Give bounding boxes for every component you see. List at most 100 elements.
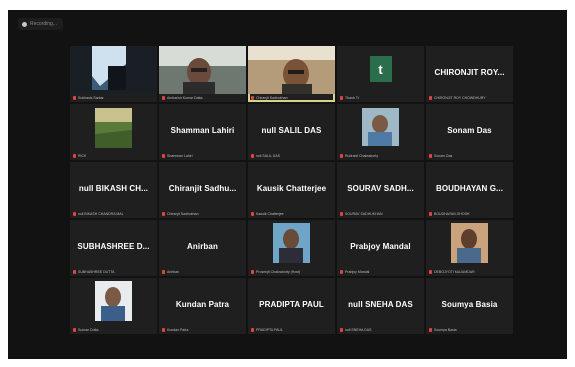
participant-tile[interactable]: Sonam Das Sonam Das xyxy=(426,104,513,160)
muted-mic-icon xyxy=(162,96,165,100)
muted-mic-icon xyxy=(340,328,343,332)
muted-mic-icon xyxy=(73,328,76,332)
participant-video xyxy=(248,46,335,96)
participant-display-name: Shamman Lahiri xyxy=(170,126,235,135)
participant-tile[interactable]: Ambarish Kumar Datta xyxy=(159,46,246,102)
participant-name-caption: null SALIL DAS xyxy=(251,154,332,158)
participant-tile[interactable]: RICK xyxy=(70,104,157,160)
muted-mic-icon xyxy=(162,212,165,216)
muted-mic-icon xyxy=(73,96,76,100)
caption-text: CHIRONJIT ROY CHOWDHURY xyxy=(434,96,486,100)
caption-text: DEBOJYOTI MAJUMDAR xyxy=(434,270,475,274)
participant-name-caption: Soumya Basia xyxy=(429,328,510,332)
caption-text: null BIKASH CHANDRA MAL xyxy=(78,212,124,216)
muted-mic-icon xyxy=(429,328,432,332)
muted-mic-icon xyxy=(251,328,254,332)
participant-display-name: Soumya Basia xyxy=(441,300,498,309)
muted-mic-icon xyxy=(162,154,165,158)
participant-display-name: Chiranjit Sadhu... xyxy=(168,184,237,193)
participant-gallery: Subhasis Sarkar Ambarish Kumar Datta Chira… xyxy=(70,46,513,334)
participant-name-caption: Kundan Patra xyxy=(162,328,243,332)
participant-video xyxy=(337,104,424,152)
muted-mic-icon xyxy=(340,212,343,216)
participant-video xyxy=(426,220,513,268)
participant-tile[interactable]: Soumya Basia Soumya Basia xyxy=(426,278,513,334)
participant-tile[interactable]: BOUDHAYAN G... BOUDHAYAN GHOSH xyxy=(426,162,513,218)
participant-name-caption: null SNEHA DAS xyxy=(340,328,421,332)
muted-mic-icon xyxy=(73,154,76,158)
muted-mic-icon xyxy=(73,212,76,216)
muted-mic-icon xyxy=(162,270,165,274)
caption-text: Chiranjit Sadhukhan xyxy=(167,212,199,216)
participant-tile[interactable]: CHIRONJIT ROY... CHIRONJIT ROY CHOWDHURY xyxy=(426,46,513,102)
participant-display-name: CHIRONJIT ROY... xyxy=(434,68,505,77)
participant-tile[interactable]: PRADIPTA PAUL PRADIPTA PAUL xyxy=(248,278,335,334)
muted-mic-icon xyxy=(162,328,165,332)
caption-text: Chiranjit Sadhukhan xyxy=(256,96,288,100)
participant-name-caption: Prabjoy Mandal xyxy=(340,270,421,274)
participant-display-name: Sonam Das xyxy=(447,126,492,135)
participant-tile[interactable]: SOURAV SADH... SOURAV SADHUKHAN xyxy=(337,162,424,218)
participant-tile[interactable]: Subhasis Sarkar xyxy=(70,46,157,102)
participant-name-caption: Thanh Tr xyxy=(340,96,421,100)
caption-text: SOURAV SADHUKHAN xyxy=(345,212,383,216)
participant-tile[interactable]: Chiranjit Sadhu... Chiranjit Sadhukhan xyxy=(159,162,246,218)
participant-display-name: Kundan Patra xyxy=(175,300,230,309)
participant-display-name: BOUDHAYAN G... xyxy=(435,184,504,193)
recording-indicator[interactable]: Recording... xyxy=(18,18,63,30)
muted-mic-icon xyxy=(340,154,343,158)
muted-mic-icon xyxy=(429,270,432,274)
participant-name-caption: DEBOJYOTI MAJUMDAR xyxy=(429,270,510,274)
record-icon xyxy=(22,21,27,27)
caption-text: Anirban xyxy=(167,270,180,274)
participant-display-name: null SALIL DAS xyxy=(261,126,322,135)
caption-text: Rudranil Chakraborty xyxy=(345,154,379,158)
participant-tile[interactable]: null BIKASH CH... null BIKASH CHANDRA MAL xyxy=(70,162,157,218)
caption-text: RICK xyxy=(78,154,87,158)
caption-text: Kausik Chatterjee xyxy=(256,212,284,216)
muted-mic-icon xyxy=(251,212,254,216)
participant-display-name: PRADIPTA PAUL xyxy=(259,300,324,309)
participant-tile[interactable]: Chiranjit Sadhukhan xyxy=(248,46,335,102)
muted-mic-icon xyxy=(429,212,432,216)
participant-name-caption: Suman Dutta xyxy=(73,328,154,332)
participant-name-caption: RICK xyxy=(73,154,154,158)
caption-text: Subhasis Sarkar xyxy=(78,96,104,100)
participant-tile[interactable]: Shamman Lahiri Shamman Lahiri xyxy=(159,104,246,160)
muted-mic-icon xyxy=(340,96,343,100)
participant-name-caption: Rudranil Chakraborty xyxy=(340,154,421,158)
participant-display-name: Kausik Chatterjee xyxy=(256,184,327,193)
participant-name-caption: PRADIPTA PAUL xyxy=(251,328,332,332)
participant-video xyxy=(248,220,335,268)
muted-mic-icon xyxy=(340,270,343,274)
participant-video xyxy=(70,46,157,94)
participant-tile[interactable]: Prabjoy Mandal Prabjoy Mandal xyxy=(337,220,424,276)
caption-text: null SNEHA DAS xyxy=(345,328,372,332)
caption-text: BOUDHAYAN GHOSH xyxy=(434,212,470,216)
participant-tile[interactable]: Prosenjit Chakraborty (Host) xyxy=(248,220,335,276)
participant-avatar-logo: t xyxy=(369,56,392,82)
participant-tile[interactable]: Rudranil Chakraborty xyxy=(337,104,424,160)
participant-display-name: Anirban xyxy=(187,242,218,251)
caption-text: null SALIL DAS xyxy=(256,154,280,158)
participant-tile[interactable]: null SALIL DAS null SALIL DAS xyxy=(248,104,335,160)
participant-tile[interactable]: Suman Dutta xyxy=(70,278,157,334)
participant-tile[interactable]: SUBHASHREE D... SUBHASHREE DUTTA xyxy=(70,220,157,276)
caption-text: Shamman Lahiri xyxy=(167,154,193,158)
participant-display-name: null SNEHA DAS xyxy=(348,300,413,309)
caption-text: Sonam Das xyxy=(434,154,453,158)
participant-name-caption: null BIKASH CHANDRA MAL xyxy=(73,212,154,216)
participant-tile[interactable]: Kundan Patra Kundan Patra xyxy=(159,278,246,334)
participant-tile[interactable]: Anirban Anirban xyxy=(159,220,246,276)
participant-name-caption: Sonam Das xyxy=(429,154,510,158)
muted-mic-icon xyxy=(73,270,76,274)
caption-text: Suman Dutta xyxy=(78,328,99,332)
participant-name-caption: Anirban xyxy=(162,270,243,274)
participant-name-caption: Shamman Lahiri xyxy=(162,154,243,158)
participant-tile[interactable]: null SNEHA DAS null SNEHA DAS xyxy=(337,278,424,334)
muted-mic-icon xyxy=(251,96,254,100)
participant-tile[interactable]: t Thanh Tr xyxy=(337,46,424,102)
participant-tile[interactable]: Kausik Chatterjee Kausik Chatterjee xyxy=(248,162,335,218)
participant-tile[interactable]: DEBOJYOTI MAJUMDAR xyxy=(426,220,513,276)
participant-display-name: SOURAV SADH... xyxy=(347,184,414,193)
